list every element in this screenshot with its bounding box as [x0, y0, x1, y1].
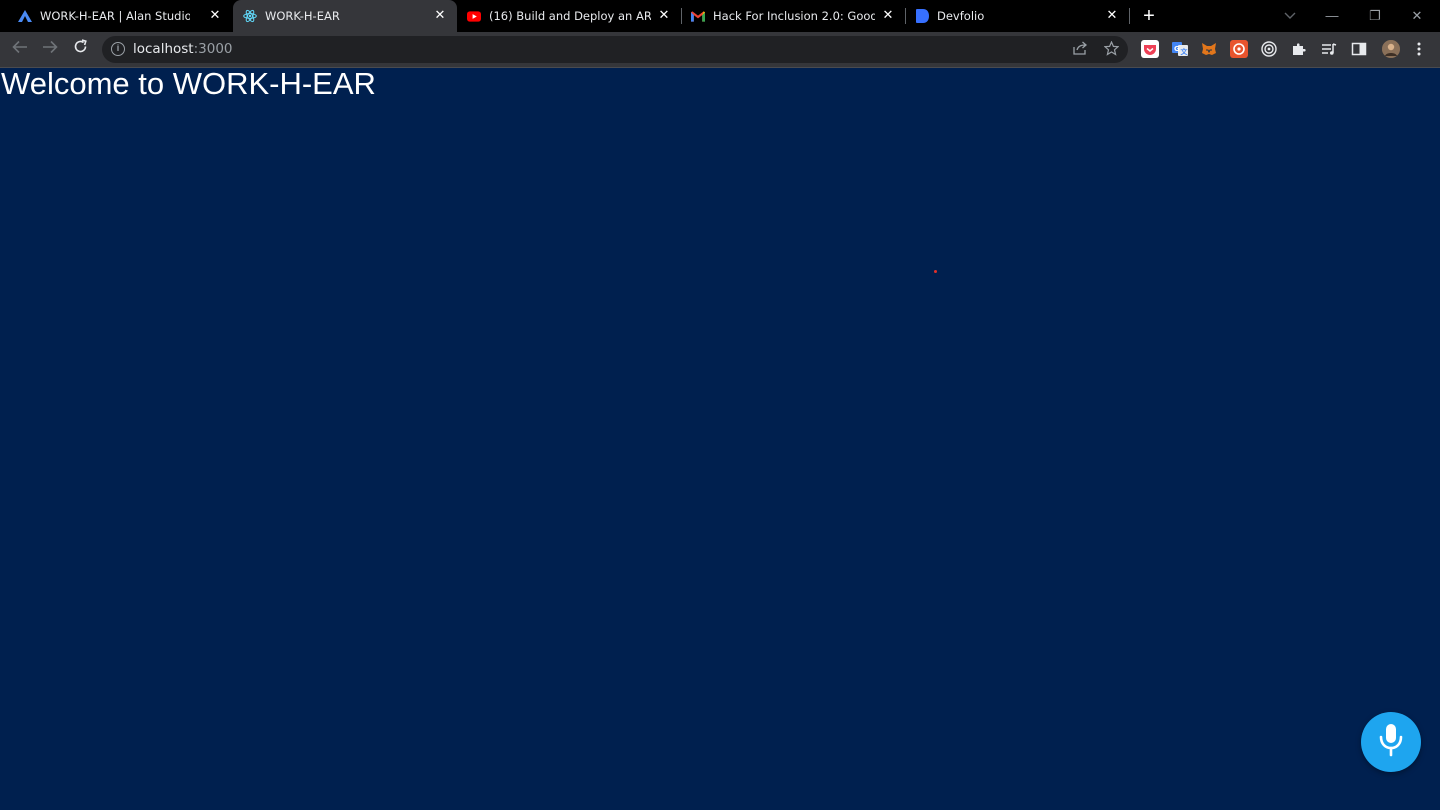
tab-devfolio[interactable]: Devfolio ✕ [905, 0, 1129, 32]
new-tab-button[interactable]: + [1138, 5, 1160, 27]
page-content: Welcome to WORK-H-EAR [0, 68, 1440, 810]
address-port: :3000 [193, 41, 233, 57]
svg-text:文: 文 [1181, 47, 1189, 56]
site-info-icon[interactable]: i [111, 42, 125, 56]
profile-avatar[interactable] [1382, 40, 1400, 58]
address-host: localhost [133, 41, 194, 57]
alan-logo-icon [18, 9, 32, 23]
alan-voice-button[interactable] [1361, 712, 1421, 772]
more-menu-icon[interactable] [1410, 40, 1428, 58]
close-icon[interactable]: ✕ [433, 8, 447, 24]
window-close-button[interactable]: ✕ [1407, 6, 1427, 26]
youtube-icon [467, 9, 481, 23]
page-title: Welcome to WORK-H-EAR [1, 66, 376, 101]
gmail-icon [691, 9, 705, 23]
minimize-button[interactable]: — [1322, 6, 1342, 26]
media-control-icon[interactable] [1320, 40, 1338, 58]
share-icon[interactable] [1071, 41, 1089, 59]
tab-separator [1129, 8, 1130, 24]
address-bar[interactable]: i localhost:3000 [102, 36, 1128, 63]
browser-toolbar: i localhost:3000 G文 [0, 32, 1440, 67]
close-icon[interactable]: ✕ [881, 8, 895, 24]
tab-title: WORK-H-EAR | Alan Studio [40, 9, 190, 23]
target-extension-icon[interactable] [1260, 40, 1278, 58]
tab-title: Devfolio [937, 9, 985, 23]
close-icon[interactable]: ✕ [208, 8, 222, 24]
forward-button[interactable] [39, 39, 61, 61]
tab-gmail[interactable]: Hack For Inclusion 2.0: Good new ✕ [681, 0, 905, 32]
tab-work-h-ear[interactable]: WORK-H-EAR ✕ [233, 0, 457, 32]
svg-text:G: G [1174, 45, 1180, 53]
close-icon[interactable]: ✕ [1105, 8, 1119, 24]
mouse-cursor-marker [934, 270, 937, 273]
devfolio-icon [915, 9, 929, 23]
tab-search-icon[interactable] [1280, 6, 1300, 26]
pocket-extension-icon[interactable] [1141, 40, 1159, 58]
side-panel-icon[interactable] [1350, 40, 1368, 58]
microphone-icon [1378, 723, 1404, 762]
react-logo-icon [243, 9, 257, 23]
restore-button[interactable]: ❐ [1365, 6, 1385, 26]
tab-title: (16) Build and Deploy an ARTIFIC [489, 9, 651, 23]
tab-alan-studio[interactable]: WORK-H-EAR | Alan Studio ✕ [8, 0, 232, 32]
tab-title: Hack For Inclusion 2.0: Good new [713, 9, 875, 23]
reload-button[interactable] [69, 39, 91, 61]
extensions-puzzle-icon[interactable] [1290, 40, 1308, 58]
tab-title: WORK-H-EAR [265, 9, 340, 23]
puzzle-game-extension-icon[interactable] [1230, 40, 1248, 58]
google-translate-extension-icon[interactable]: G文 [1171, 40, 1189, 58]
back-button[interactable] [9, 39, 31, 61]
bookmark-star-icon[interactable] [1102, 40, 1120, 59]
tab-strip: WORK-H-EAR | Alan Studio ✕ WORK-H-EAR ✕ … [0, 0, 1440, 32]
metamask-extension-icon[interactable] [1200, 40, 1218, 58]
close-icon[interactable]: ✕ [657, 8, 671, 24]
tab-youtube[interactable]: (16) Build and Deploy an ARTIFIC ✕ [457, 0, 681, 32]
address-url: localhost:3000 [133, 41, 233, 58]
